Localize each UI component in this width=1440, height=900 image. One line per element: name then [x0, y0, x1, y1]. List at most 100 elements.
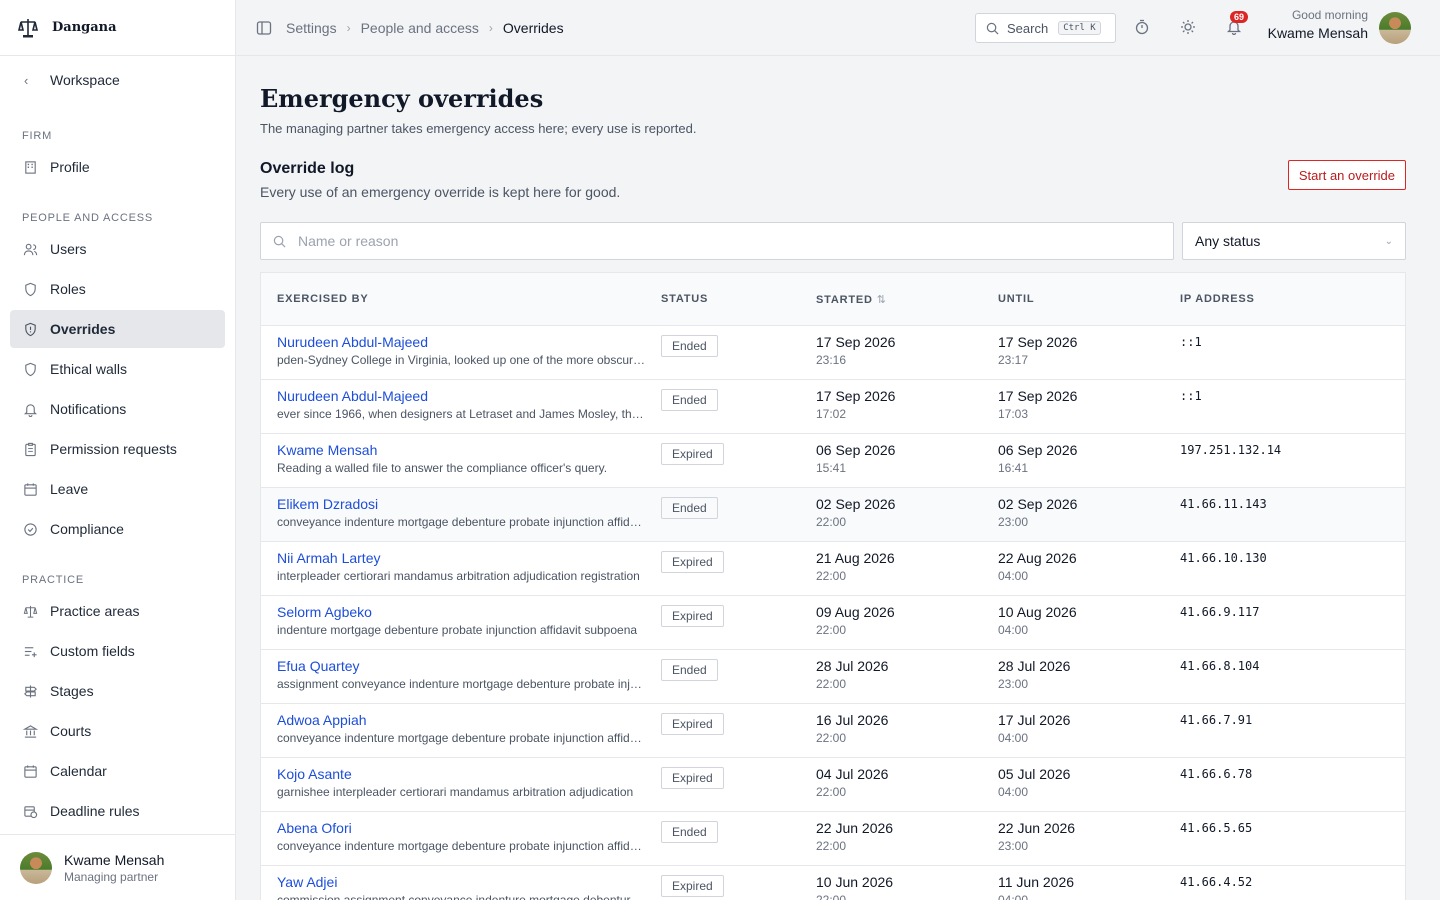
user-link[interactable]: Kwame Mensah	[277, 442, 661, 458]
user-link[interactable]: Nurudeen Abdul-Majeed	[277, 388, 661, 404]
status-badge: Expired	[661, 443, 724, 465]
sidebar-item-calendar[interactable]: Calendar	[10, 752, 225, 790]
sidebar-item-notifications[interactable]: Notifications	[10, 390, 225, 428]
user-link[interactable]: Nurudeen Abdul-Majeed	[277, 334, 661, 350]
table-row[interactable]: Kwame Mensah Reading a walled file to ans…	[261, 434, 1405, 488]
sidebar-item-compliance[interactable]: Compliance	[10, 510, 225, 548]
breadcrumb-settings[interactable]: Settings	[286, 20, 337, 36]
override-reason: conveyance indenture mortgage debenture …	[277, 839, 647, 853]
ip-address: 197.251.132.14	[1180, 443, 1282, 457]
table-row[interactable]: Kojo Asante garnishee interpleader certio…	[261, 758, 1405, 812]
avatar[interactable]	[1379, 12, 1411, 44]
user-link[interactable]: Efua Quartey	[277, 658, 661, 674]
cell-status: Ended	[661, 658, 816, 681]
sidebar-toggle-icon[interactable]	[256, 20, 272, 36]
sidebar-item-leave[interactable]: Leave	[10, 470, 225, 508]
user-link[interactable]: Nii Armah Lartey	[277, 550, 661, 566]
sidebar-item-courts[interactable]: Courts	[10, 712, 225, 750]
ip-address: ::1	[1180, 389, 1202, 403]
user-link[interactable]: Abena Ofori	[277, 820, 661, 836]
ip-address: ::1	[1180, 335, 1202, 349]
cell-exercised-by: Kwame Mensah Reading a walled file to ans…	[261, 442, 661, 475]
sidebar-item-users[interactable]: Users	[10, 230, 225, 268]
override-log-table: EXERCISED BY STATUS STARTED ⇅ UNTIL IP AD…	[260, 272, 1406, 900]
table-row[interactable]: Elikem Dzradosi conveyance indenture mort…	[261, 488, 1405, 542]
table-row[interactable]: Efua Quartey assignment conveyance indent…	[261, 650, 1405, 704]
sidebar-item-ethical-walls[interactable]: Ethical walls	[10, 350, 225, 388]
user-greeting[interactable]: Good morning Kwame Mensah	[1268, 8, 1368, 41]
shield-icon	[22, 281, 38, 297]
until-time: 04:00	[998, 785, 1029, 799]
table-row[interactable]: Nurudeen Abdul-Majeed ever since 1966, wh…	[261, 380, 1405, 434]
breadcrumb-people-and-access[interactable]: People and access	[361, 20, 479, 36]
sidebar-item-label: Leave	[50, 481, 89, 497]
search-field[interactable]	[260, 222, 1174, 260]
table-row[interactable]: Nii Armah Lartey interpleader certiorari …	[261, 542, 1405, 596]
table-row[interactable]: Adwoa Appiah conveyance indenture mortgag…	[261, 704, 1405, 758]
user-link[interactable]: Kojo Asante	[277, 766, 661, 782]
started-time: 22:00	[816, 569, 847, 583]
breadcrumb-chevron-icon: ›	[488, 20, 493, 35]
sun-icon[interactable]	[1180, 19, 1196, 35]
building-icon	[22, 159, 38, 175]
table-row[interactable]: Yaw Adjei commission assignment conveyanc…	[261, 866, 1405, 900]
brand[interactable]: Dangana	[0, 0, 235, 56]
search-input[interactable]	[298, 233, 1098, 249]
sidebar-item-label: Calendar	[50, 763, 107, 779]
cell-status: Expired	[661, 712, 816, 735]
cell-started: 10 Jun 2026 22:00	[816, 874, 998, 900]
cell-until: 28 Jul 2026 23:00	[998, 658, 1180, 691]
sidebar-item-label: Compliance	[50, 521, 124, 537]
started-date: 16 Jul 2026	[816, 712, 889, 728]
timer-icon[interactable]	[1134, 19, 1150, 35]
column-started[interactable]: STARTED ⇅	[816, 293, 998, 306]
sidebar-user-role: Managing partner	[64, 869, 159, 884]
until-time: 04:00	[998, 569, 1029, 583]
override-reason: conveyance indenture mortgage debenture …	[277, 731, 647, 745]
back-to-workspace[interactable]: ‹ Workspace	[0, 56, 235, 104]
status-badge: Expired	[661, 713, 724, 735]
table-row[interactable]: Abena Ofori conveyance indenture mortgage…	[261, 812, 1405, 866]
page-subtitle: The managing partner takes emergency acc…	[260, 121, 697, 136]
user-link[interactable]: Adwoa Appiah	[277, 712, 661, 728]
sort-icon[interactable]: ⇅	[877, 294, 887, 306]
cell-ip-address: 41.66.11.143	[1180, 496, 1405, 511]
sidebar-item-practice-areas[interactable]: Practice areas	[10, 592, 225, 630]
sidebar-item-profile[interactable]: Profile	[10, 148, 225, 186]
sidebar-user-name: Kwame Mensah	[64, 851, 165, 868]
cell-ip-address: 41.66.5.65	[1180, 820, 1405, 835]
sidebar-item-label: Users	[50, 241, 87, 257]
user-link[interactable]: Elikem Dzradosi	[277, 496, 661, 512]
sidebar-item-deadline-rules[interactable]: Deadline rules	[10, 792, 225, 830]
start-override-button[interactable]: Start an override	[1287, 160, 1406, 190]
sidebar-user[interactable]: Kwame Mensah Managing partner	[0, 834, 235, 900]
table-row[interactable]: Selorm Agbeko indenture mortgage debentur…	[261, 596, 1405, 650]
cell-started: 28 Jul 2026 22:00	[816, 658, 998, 691]
cell-exercised-by: Nurudeen Abdul-Majeed ever since 1966, wh…	[261, 388, 661, 421]
scales-logo-icon	[14, 14, 42, 42]
cell-exercised-by: Yaw Adjei commission assignment conveyanc…	[261, 874, 661, 900]
cell-until: 06 Sep 2026 16:41	[998, 442, 1180, 475]
cell-until: 22 Jun 2026 23:00	[998, 820, 1180, 853]
cell-until: 22 Aug 2026 04:00	[998, 550, 1180, 583]
override-reason: assignment conveyance indenture mortgage…	[277, 677, 647, 691]
cell-status: Expired	[661, 442, 816, 465]
cell-ip-address: 41.66.4.52	[1180, 874, 1405, 889]
sidebar-item-permission-requests[interactable]: Permission requests	[10, 430, 225, 468]
sidebar-item-stages[interactable]: Stages	[10, 672, 225, 710]
notification-badge: 69	[1230, 11, 1249, 23]
status-badge: Expired	[661, 767, 724, 789]
breadcrumb-current: Overrides	[502, 19, 564, 36]
cell-started: 16 Jul 2026 22:00	[816, 712, 998, 745]
sidebar-item-roles[interactable]: Roles	[10, 270, 225, 308]
sidebar-item-overrides[interactable]: Overrides	[10, 310, 225, 348]
started-time: 22:00	[816, 677, 847, 691]
search-button[interactable]: Search Ctrl K	[975, 13, 1116, 43]
table-row[interactable]: Nurudeen Abdul-Majeed pden-Sydney College…	[261, 326, 1405, 380]
status-filter-select[interactable]: Any status ⌄	[1182, 222, 1406, 260]
user-link[interactable]: Selorm Agbeko	[277, 604, 661, 620]
sidebar-item-custom-fields[interactable]: Custom fields	[10, 632, 225, 670]
started-date: 04 Jul 2026	[816, 766, 889, 782]
started-time: 22:00	[816, 893, 847, 900]
user-link[interactable]: Yaw Adjei	[277, 874, 661, 890]
